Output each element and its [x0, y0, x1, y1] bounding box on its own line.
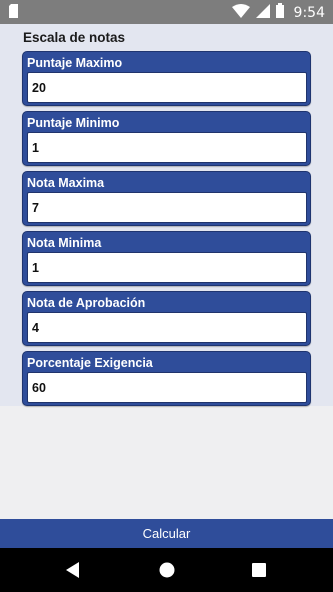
back-icon[interactable] [63, 560, 83, 580]
recents-icon[interactable] [249, 560, 269, 580]
field-puntaje-maximo: Puntaje Maximo [22, 51, 311, 106]
battery-icon [275, 3, 284, 23]
form-panel: Escala de notas Puntaje Maximo Puntaje M… [0, 24, 333, 406]
sim-card-icon [9, 4, 18, 18]
calcular-button[interactable]: Calcular [0, 519, 333, 548]
puntaje-minimo-input[interactable] [27, 132, 307, 163]
field-nota-aprobacion: Nota de Aprobación [22, 291, 311, 346]
field-nota-minima: Nota Minima [22, 231, 311, 286]
field-label: Nota Maxima [27, 176, 105, 190]
navigation-bar [0, 548, 333, 592]
field-label: Puntaje Maximo [27, 56, 123, 70]
field-nota-maxima: Nota Maxima [22, 171, 311, 226]
porcentaje-exigencia-input[interactable] [27, 372, 307, 403]
field-label: Nota Minima [27, 236, 102, 250]
nota-aprobacion-input[interactable] [27, 312, 307, 343]
field-label: Puntaje Minimo [27, 116, 120, 130]
wifi-icon [231, 3, 250, 23]
field-label: Nota de Aprobación [27, 296, 146, 310]
status-time: 9:54 [293, 5, 325, 21]
nota-maxima-input[interactable] [27, 192, 307, 223]
nota-minima-input[interactable] [27, 252, 307, 283]
puntaje-maximo-input[interactable] [27, 72, 307, 103]
status-bar: 9:54 [0, 0, 333, 24]
signal-icon [255, 3, 270, 23]
field-label: Porcentaje Exigencia [27, 356, 153, 370]
field-puntaje-minimo: Puntaje Minimo [22, 111, 311, 166]
home-icon[interactable] [157, 560, 177, 580]
field-porcentaje-exigencia: Porcentaje Exigencia [22, 351, 311, 406]
page-title: Escala de notas [23, 30, 126, 45]
